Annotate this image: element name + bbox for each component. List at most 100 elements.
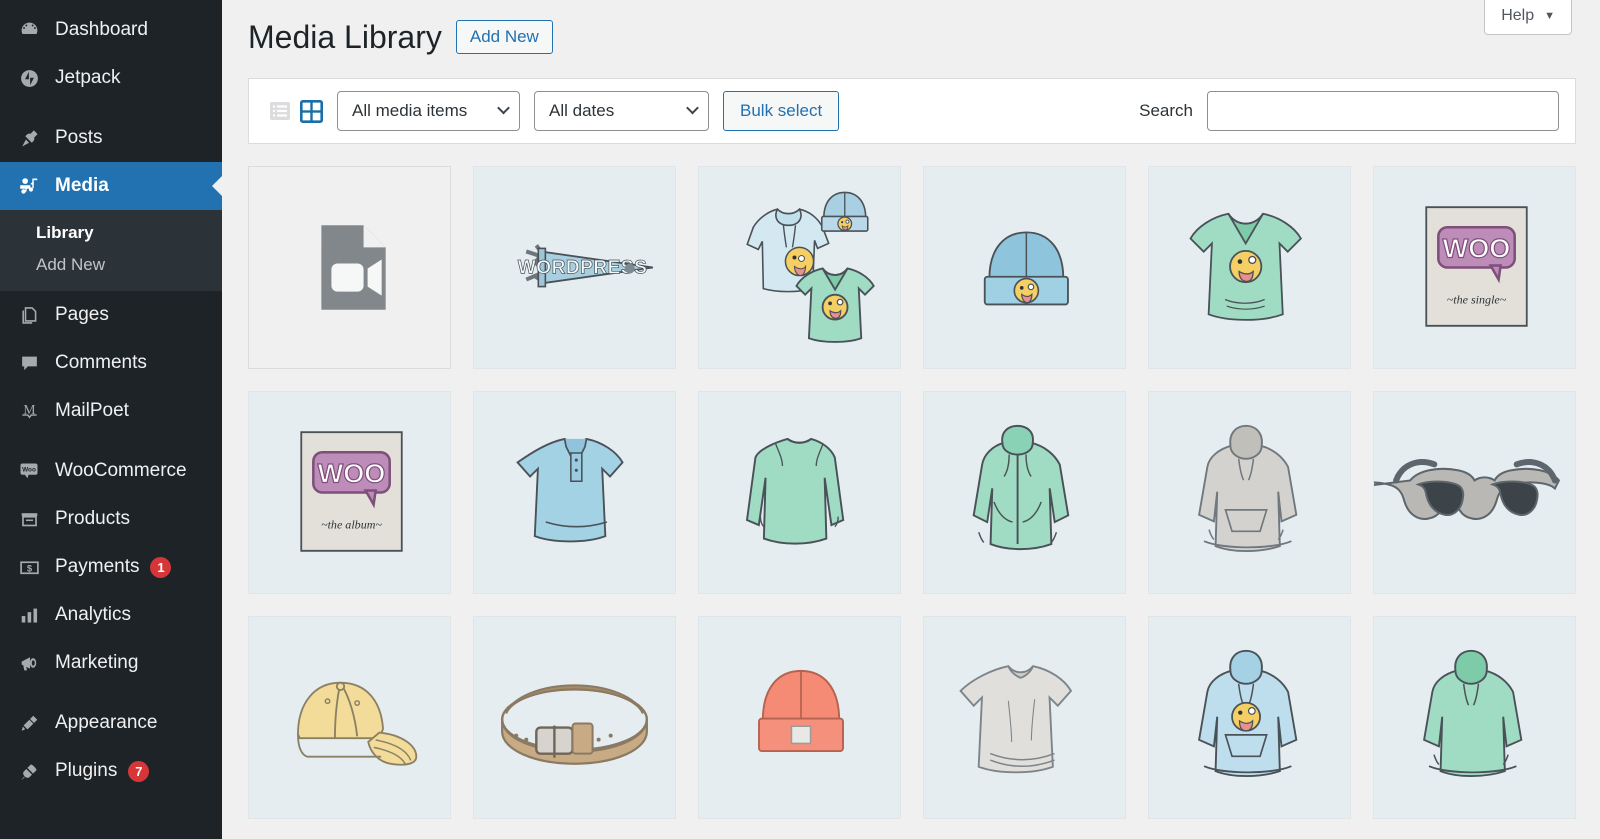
svg-text:WOO: WOO — [1443, 233, 1511, 264]
sidebar-item-label: MailPoet — [55, 400, 129, 421]
sidebar-item-label: Analytics — [55, 604, 132, 625]
media-thumbnail — [699, 617, 900, 819]
sidebar-item-label: WooCommerce — [55, 460, 187, 481]
media-item-green-hoodie[interactable] — [1373, 616, 1576, 820]
media-item-green-long-sleeve-tee[interactable] — [698, 391, 901, 595]
date-filter[interactable]: All dates — [534, 91, 709, 132]
sidebar-item-media[interactable]: Media — [0, 162, 222, 210]
sidebar-item-jetpack[interactable]: Jetpack — [0, 54, 222, 102]
media-toolbar: All media items All dates Bulk select Se… — [248, 78, 1576, 145]
media-thumbnail — [924, 392, 1125, 594]
sidebar-separator — [0, 102, 222, 114]
help-tab-wrap: Help ▼ — [1484, 0, 1572, 35]
svg-text:$: $ — [26, 563, 32, 574]
sidebar-item-label: Appearance — [55, 712, 158, 733]
media-item-leather-belt[interactable] — [473, 616, 676, 820]
view-switcher — [269, 99, 323, 123]
svg-text:~the album~: ~the album~ — [321, 518, 382, 532]
sidebar-item-comments[interactable]: Comments — [0, 339, 222, 387]
bulk-select-button[interactable]: Bulk select — [723, 91, 840, 132]
search-label: Search — [1139, 101, 1193, 121]
sidebar-item-products[interactable]: Products — [0, 495, 222, 543]
media-item-blue-beanie[interactable] — [923, 166, 1126, 370]
sidebar-item-analytics[interactable]: Analytics — [0, 591, 222, 639]
svg-text:WOO: WOO — [318, 458, 386, 489]
media-item-gray-hoodie[interactable] — [1148, 391, 1351, 595]
media-item-blue-logo-hoodie[interactable] — [1148, 616, 1351, 820]
media-item-woo-the-single-album-cover[interactable]: WOO ~the single~ — [1373, 166, 1576, 370]
media-item-wordpress-pennant[interactable]: WORDPRESS — [473, 166, 676, 370]
media-thumbnail — [699, 392, 900, 594]
sidebar-item-label: Products — [55, 508, 130, 529]
chevron-down-icon: ▼ — [1544, 10, 1555, 22]
media-thumbnail — [1149, 617, 1350, 819]
media-thumbnail — [249, 617, 450, 819]
woo-icon: Woo — [12, 456, 46, 486]
jetpack-icon — [12, 63, 46, 93]
submenu-item-add-new[interactable]: Add New — [0, 249, 222, 281]
add-new-button[interactable]: Add New — [455, 20, 553, 55]
sidebar-item-label: Marketing — [55, 652, 139, 673]
search-input[interactable] — [1207, 91, 1559, 132]
sidebar-item-mailpoet[interactable]: M MailPoet — [0, 387, 222, 435]
sidebar-item-payments[interactable]: $ Payments 1 — [0, 543, 222, 591]
chevron-down-icon — [686, 102, 699, 115]
sidebar-item-pages[interactable]: Pages — [0, 291, 222, 339]
sidebar-item-label: Jetpack — [55, 67, 121, 88]
media-item-apparel-group[interactable] — [698, 166, 901, 370]
sidebar-item-label: Comments — [55, 352, 147, 373]
media-item-yellow-cap[interactable] — [248, 616, 451, 820]
grid-view-icon[interactable] — [300, 99, 323, 123]
appearance-icon — [12, 708, 46, 738]
media-thumbnail — [474, 392, 675, 594]
main-content: Help ▼ Media Library Add New All media i… — [222, 0, 1600, 839]
sidebar-item-label: Posts — [55, 127, 103, 148]
sidebar-separator — [0, 687, 222, 699]
media-thumbnail — [1374, 392, 1575, 594]
mailpoet-icon: M — [12, 396, 46, 426]
sidebar-item-dashboard[interactable]: Dashboard — [0, 6, 222, 54]
media-item-green-vneck-tshirt[interactable] — [1148, 166, 1351, 370]
sidebar-item-plugins[interactable]: Plugins 7 — [0, 747, 222, 795]
marketing-icon — [12, 648, 46, 678]
payments-icon: $ — [12, 552, 46, 582]
media-item-woo-the-album-cover[interactable]: WOO ~the album~ — [248, 391, 451, 595]
media-type-filter[interactable]: All media items — [337, 91, 520, 132]
media-thumbnail — [1149, 392, 1350, 594]
sidebar-item-label: Media — [55, 175, 109, 196]
media-thumbnail — [924, 617, 1125, 819]
dashboard-icon — [12, 15, 46, 45]
comment-icon — [12, 348, 46, 378]
media-item-red-beanie[interactable] — [698, 616, 901, 820]
media-item-video-mp4[interactable]: video.mp4 — [248, 166, 451, 370]
media-type-filter-value: All media items — [352, 101, 468, 121]
current-menu-arrow — [212, 175, 222, 197]
sidebar-item-label: Pages — [55, 304, 109, 325]
media-item-gray-tshirt[interactable] — [923, 616, 1126, 820]
help-button[interactable]: Help ▼ — [1484, 0, 1572, 35]
help-label: Help — [1501, 7, 1535, 24]
wordpress-admin-page: Dashboard Jetpack Posts Media Library Add New… — [0, 0, 1600, 839]
media-thumbnail: WOO ~the album~ — [249, 392, 450, 594]
media-thumbnail: WOO ~the single~ — [1374, 167, 1575, 369]
date-filter-value: All dates — [549, 101, 615, 121]
pin-icon — [12, 123, 46, 153]
list-view-icon[interactable] — [269, 100, 291, 122]
sidebar-item-label: Dashboard — [55, 19, 148, 40]
sidebar-separator — [0, 435, 222, 447]
sidebar-item-woocommerce[interactable]: Woo WooCommerce — [0, 447, 222, 495]
media-thumbnail: WORDPRESS — [474, 167, 675, 369]
media-thumbnail — [924, 167, 1125, 369]
media-item-blue-polo-shirt[interactable] — [473, 391, 676, 595]
sidebar-item-marketing[interactable]: Marketing — [0, 639, 222, 687]
page-header: Media Library Add New — [222, 0, 1600, 56]
media-item-sunglasses[interactable] — [1373, 391, 1576, 595]
submenu-item-library[interactable]: Library — [0, 217, 222, 249]
media-icon — [12, 171, 46, 201]
sidebar-item-posts[interactable]: Posts — [0, 114, 222, 162]
media-grid: video.mp4 WORDPRESS WOO ~the single~ WOO ~the… — [248, 166, 1576, 820]
sidebar-item-badge: 1 — [150, 556, 172, 578]
media-item-green-zip-hoodie[interactable] — [923, 391, 1126, 595]
sidebar-item-appearance[interactable]: Appearance — [0, 699, 222, 747]
search-area: Search — [1139, 91, 1559, 132]
